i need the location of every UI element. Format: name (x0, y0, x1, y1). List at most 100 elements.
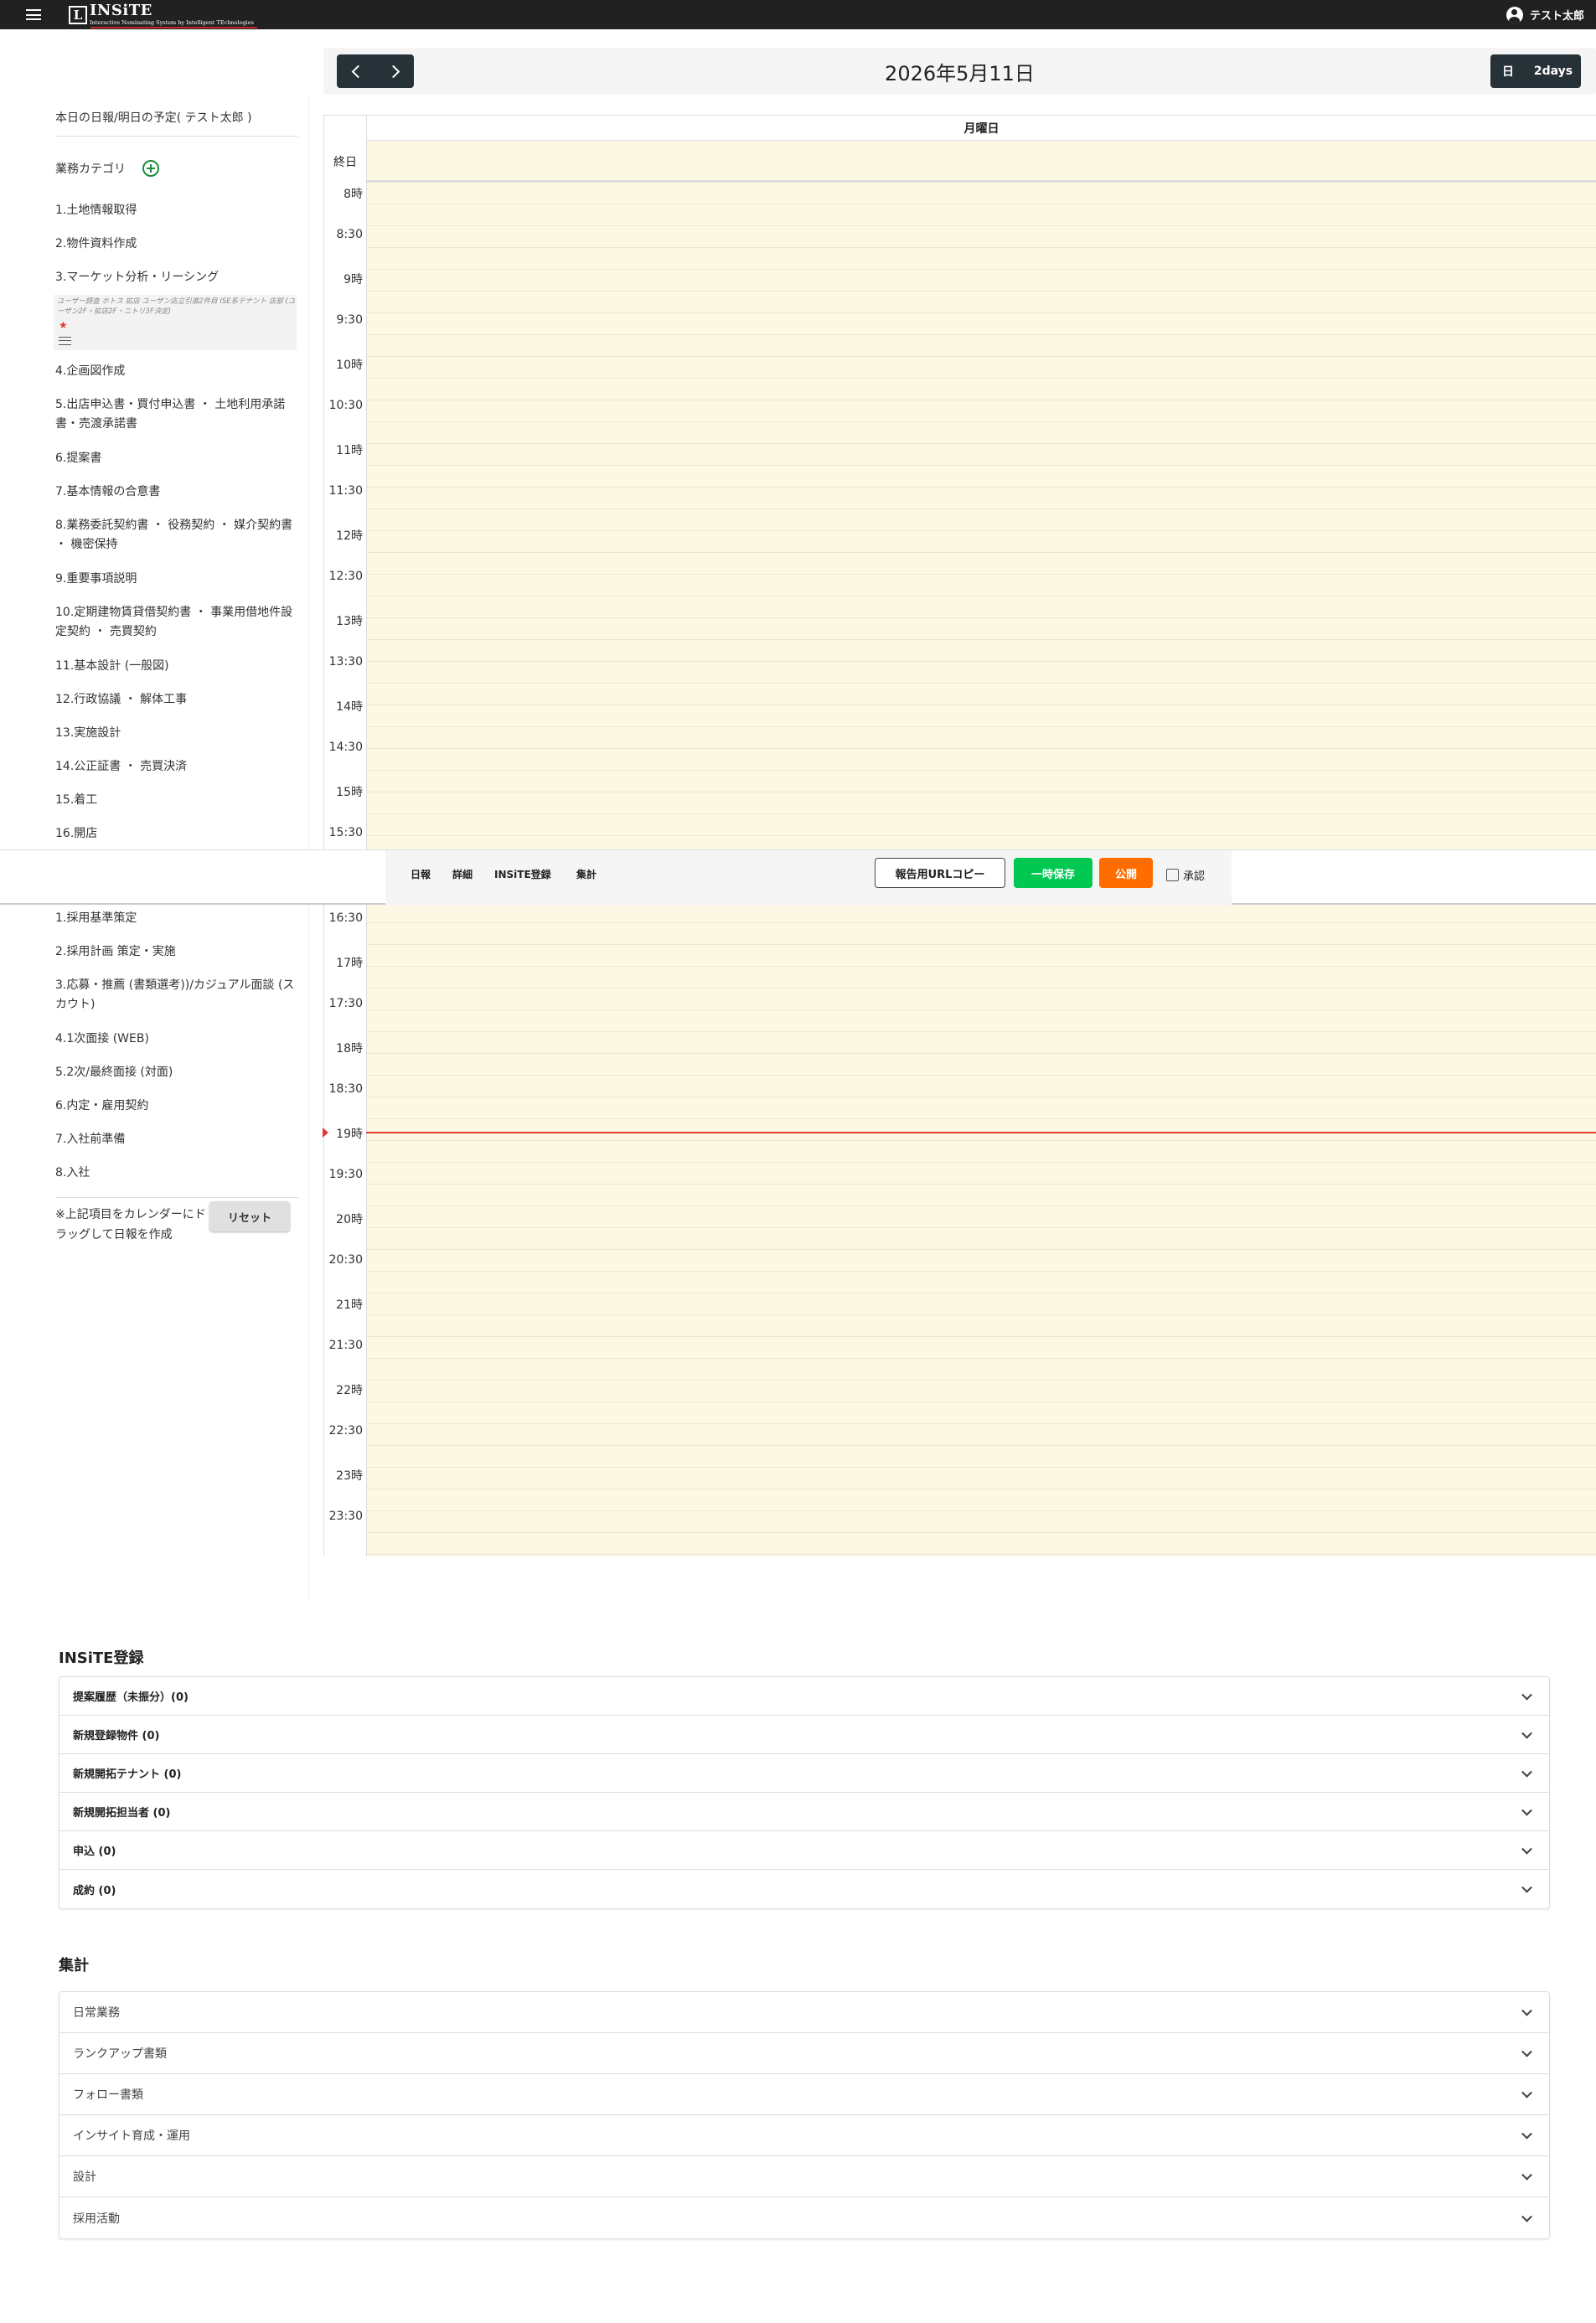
time-label: 23時 (336, 1469, 363, 1483)
view-switcher: 日 2days (1490, 54, 1581, 88)
time-label: 12:30 (328, 570, 363, 583)
category-item[interactable]: 6.提案書 (55, 449, 298, 468)
accordion-row[interactable]: 申込 (0) (59, 1831, 1549, 1870)
time-label: 21:30 (328, 1339, 363, 1352)
view-2days-button[interactable]: 2days (1526, 54, 1581, 88)
time-label: 17時 (336, 957, 363, 970)
category-item[interactable]: 4.企画図作成 (55, 362, 298, 381)
chevron-down-icon (1521, 1804, 1532, 1816)
view-day-button[interactable]: 日 (1490, 54, 1526, 88)
chevron-left-icon (351, 65, 364, 78)
time-label: 21時 (336, 1298, 363, 1312)
category-item[interactable]: 4.1次面接 (WEB) (55, 1030, 298, 1049)
time-label: 8:30 (336, 228, 363, 241)
allday-slot[interactable] (366, 141, 1596, 183)
drag-handle-icon[interactable] (59, 337, 71, 345)
accordion-row[interactable]: 新規登録物件 (0) (59, 1716, 1549, 1754)
category-item[interactable]: 6.内定・雇用契約 (55, 1097, 298, 1116)
prev-button[interactable] (337, 54, 375, 88)
tab-daily-report[interactable]: 日報 (411, 867, 431, 881)
category-item[interactable]: 1.土地情報取得 (55, 201, 298, 220)
category-item[interactable]: 3.マーケット分析・リーシング (55, 268, 298, 287)
time-label: 11時 (336, 444, 363, 457)
time-label: 15:30 (328, 826, 363, 839)
calendar-header: 2026年5月11日 日 2days (323, 48, 1596, 95)
time-label: 14時 (336, 700, 363, 714)
time-label: 19:30 (328, 1168, 363, 1181)
time-label: 22時 (336, 1384, 363, 1397)
category-item[interactable]: 14.公正証書 ・ 売買決済 (55, 757, 298, 777)
chevron-down-icon (1521, 2211, 1532, 2222)
publish-button[interactable]: 公開 (1099, 858, 1153, 888)
current-time-line (366, 1132, 1596, 1133)
category-item[interactable]: 10.定期建物賃貸借契約書 ・ 事業用借地件設定契約 ・ 売買契約 (55, 603, 298, 642)
account-circle-icon (1506, 6, 1523, 23)
accordion-row[interactable]: インサイト育成・運用 (59, 2115, 1549, 2156)
accordion-row[interactable]: 採用活動 (59, 2197, 1549, 2238)
category-item[interactable]: 16.開店 (55, 824, 298, 844)
category-item[interactable]: 2.物件資料作成 (55, 235, 298, 254)
copy-report-url-button[interactable]: 報告用URLコピー (875, 858, 1005, 888)
time-label: 10:30 (328, 399, 363, 412)
time-label: 13時 (336, 615, 363, 628)
category-item[interactable]: 5.2次/最終面接 (対面) (55, 1063, 298, 1082)
category-item[interactable]: 7.基本情報の合意書 (55, 483, 298, 502)
day-header: 月曜日 (366, 116, 1596, 141)
accordion-row[interactable]: 新規開拓担当者 (0) (59, 1793, 1549, 1831)
logo-name: INSiTE (90, 2, 152, 20)
approve-checkbox[interactable]: 承認 (1166, 867, 1205, 883)
category-item[interactable]: 8.入社 (55, 1164, 298, 1183)
subcategory-note: ユーザー調査 ホトス 拡店 ユーザン店立引進2件目 ISE系テナント 店部 (ユ… (57, 297, 296, 316)
approve-label: 承認 (1183, 870, 1206, 883)
accordion-row[interactable]: フォロー書類 (59, 2074, 1549, 2115)
insite-section-title: INSiTE登録 (59, 1649, 144, 1667)
category-item[interactable]: 7.入社前準備 (55, 1130, 298, 1149)
category-item[interactable]: 13.実施設計 (55, 724, 298, 743)
allday-label: 終日 (333, 156, 357, 169)
user-menu[interactable]: テスト太郎 (1506, 0, 1584, 29)
category-item[interactable]: 2.採用計画 策定・実施 (55, 942, 298, 962)
time-label: 9時 (343, 273, 363, 287)
chevron-down-icon (1521, 2046, 1532, 2057)
next-button[interactable] (375, 54, 414, 88)
logo-underline (90, 26, 257, 28)
category-label: 業務カテゴリ (55, 163, 126, 176)
time-label: 8時 (343, 188, 363, 201)
tab-details[interactable]: 詳細 (452, 867, 473, 881)
category-item[interactable]: 12.行政協議 ・ 解体工事 (55, 690, 298, 710)
accordion-row[interactable]: 提案履歴（未振分）(0) (59, 1677, 1549, 1716)
date-nav (337, 54, 414, 88)
time-label: 19時 (336, 1128, 363, 1141)
calendar-grid: 月曜日 終日 8時 8:30 9時 9:30 10時 10:30 11時 11:… (323, 115, 1596, 1556)
logo-mark: L (69, 5, 87, 24)
category-header: 業務カテゴリ (55, 160, 159, 177)
category-item[interactable]: 15.着工 (55, 791, 298, 810)
chevron-down-icon (1521, 2005, 1532, 2016)
category-item[interactable]: 8.業務委託契約書 ・ 役務契約 ・ 媒介契約書 ・ 機密保持 (55, 516, 298, 555)
accordion-row[interactable]: 設計 (59, 2156, 1549, 2197)
accordion-row[interactable]: 新規開拓テナント (0) (59, 1754, 1549, 1793)
category-item[interactable]: 1.採用基準策定 (55, 909, 298, 928)
category-item[interactable]: 5.出店申込書・買付申込書 ・ 土地利用承諾書・売渡承諾書 (55, 395, 298, 434)
accordion-row[interactable]: ランクアップ書類 (59, 2033, 1549, 2074)
tab-summary[interactable]: 集計 (576, 867, 597, 881)
temp-save-button[interactable]: 一時保存 (1014, 858, 1092, 888)
logo[interactable]: L INSiTE Interactive Nominating System b… (69, 2, 257, 28)
menu-button[interactable] (17, 0, 50, 29)
user-name: テスト太郎 (1529, 10, 1584, 23)
category-item[interactable]: 11.基本設計 (一般図) (55, 657, 298, 676)
sidebar: 本日の日報/明日の予定( テスト太郎 ) 業務カテゴリ 1.土地情報取得 2.物… (42, 94, 309, 1602)
add-category-icon[interactable] (142, 160, 159, 177)
accordion-row[interactable]: 日常業務 (59, 1992, 1549, 2033)
chevron-down-icon (1521, 1689, 1532, 1701)
reset-button[interactable]: リセット (209, 1201, 290, 1231)
category-item[interactable]: 3.応募・推薦 (書類選考))/カジュアル面談 (スカウト) (55, 976, 298, 1014)
calendar-title: 2026年5月11日 (885, 61, 1035, 85)
subcategory-box[interactable]: ユーザー調査 ホトス 拡店 ユーザン店立引進2件目 ISE系テナント 店部 (ユ… (54, 295, 297, 350)
tab-insite-register[interactable]: INSiTE登録 (494, 867, 551, 881)
time-label: 18時 (336, 1042, 363, 1056)
time-label: 17:30 (328, 997, 363, 1010)
accordion-row[interactable]: 成約 (0) (59, 1870, 1549, 1908)
checkbox-icon[interactable] (1166, 869, 1179, 881)
category-item[interactable]: 9.重要事項説明 (55, 570, 298, 589)
